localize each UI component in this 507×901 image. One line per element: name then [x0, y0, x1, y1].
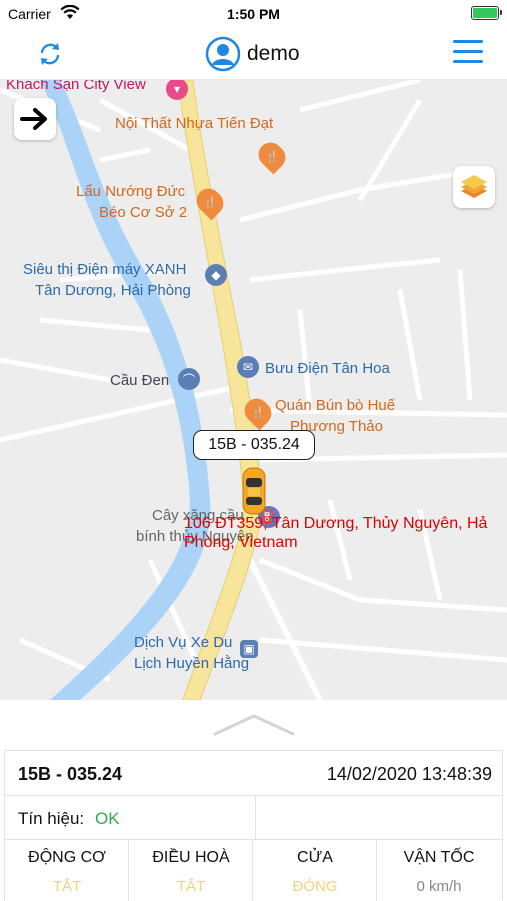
- signal-row: Tín hiệu: OK: [5, 796, 502, 840]
- poi-label: Béo Cơ Sở 2: [99, 204, 188, 221]
- poi-label: Lẩu Nướng Đức: [76, 183, 186, 200]
- vehicle-plate-label[interactable]: 15B - 035.24: [193, 430, 315, 460]
- direction-button[interactable]: [14, 98, 56, 140]
- speed-value: 0 km/h: [416, 878, 462, 895]
- status-bar: Carrier 1:50 PM: [0, 0, 507, 28]
- poi-label: Khách Sạn City View: [6, 80, 146, 93]
- poi-label: Tân Dương, Hải Phòng: [35, 282, 191, 299]
- poi-label: Quán Bún bò Huế: [275, 397, 396, 414]
- engine-label: ĐỘNG CƠ: [28, 849, 106, 866]
- clock: 1:50 PM: [227, 6, 280, 22]
- door-value: ĐÓNG: [292, 878, 338, 895]
- signal-value: OK: [95, 809, 120, 828]
- vehicle-plate: 15B - 035.24: [18, 764, 123, 784]
- chevron-up-icon[interactable]: [213, 712, 295, 738]
- speed-label: VẬN TỐC: [403, 849, 475, 866]
- menu-icon-line: [453, 50, 483, 53]
- divider: [255, 796, 256, 840]
- bridge-pin-icon[interactable]: ⌒: [178, 368, 200, 390]
- layers-icon: [461, 175, 487, 198]
- door-label: CỬA: [297, 849, 333, 866]
- engine-status-cell: ĐỘNG CƠ TẮT: [5, 840, 129, 901]
- door-status-cell: CỬA ĐÓNG: [253, 840, 377, 901]
- vehicle-header-row: 15B - 035.24 14/02/2020 13:48:39: [5, 751, 502, 796]
- ac-value: TẮT: [176, 878, 206, 895]
- car-marker-icon[interactable]: [240, 466, 268, 516]
- refresh-icon[interactable]: [36, 40, 64, 68]
- battery-icon: [471, 6, 502, 20]
- menu-icon-line: [453, 60, 483, 63]
- signal-label: Tín hiệu:: [18, 809, 85, 828]
- map-layers-button[interactable]: [453, 166, 495, 208]
- poi-label: Bưu Điện Tân Hoa: [265, 360, 390, 377]
- shop-pin-icon[interactable]: ◆: [205, 264, 227, 286]
- post-office-pin-icon[interactable]: ✉: [237, 356, 259, 378]
- engine-value: TẮT: [52, 878, 82, 895]
- speed-status-cell: VẬN TỐC 0 km/h: [377, 840, 501, 901]
- map-view[interactable]: Khách Sạn City View ▾ Nội Thất Nhựa Tiến…: [0, 80, 507, 700]
- poi-label: Dịch Vụ Xe Du: [134, 634, 233, 651]
- nav-bar: demo: [0, 28, 507, 80]
- menu-button[interactable]: [453, 40, 483, 66]
- vehicle-info-panel: 15B - 035.24 14/02/2020 13:48:39 Tín hiệ…: [0, 700, 507, 901]
- address-line-1: 106 ĐT359, Tân Dương, Thủy Nguyên, Hả: [184, 515, 488, 532]
- bus-pin-icon[interactable]: ▣: [240, 640, 258, 658]
- poi-label: Siêu thị Điện máy XANH: [23, 261, 187, 278]
- ac-status-cell: ĐIỀU HOÀ TẮT: [129, 840, 253, 901]
- map-base: [0, 80, 507, 700]
- address-line-2: Phòng, Vietnam: [184, 534, 298, 551]
- arrow-right-icon: [20, 108, 47, 130]
- poi-label: Cầu Đen: [110, 372, 170, 389]
- user-avatar-icon: [205, 36, 241, 72]
- poi-label: Lịch Huyền Hằng: [134, 655, 250, 672]
- poi-label: Nội Thất Nhựa Tiến Đạt: [115, 115, 274, 132]
- user-title[interactable]: demo: [205, 34, 300, 74]
- menu-icon-line: [453, 40, 483, 43]
- vehicle-card: 15B - 035.24 14/02/2020 13:48:39 Tín hiệ…: [4, 750, 503, 901]
- page-title: demo: [247, 42, 300, 65]
- ac-label: ĐIỀU HOÀ: [152, 849, 230, 866]
- vehicle-timestamp: 14/02/2020 13:48:39: [326, 764, 492, 784]
- status-row: ĐỘNG CƠ TẮT ĐIỀU HOÀ TẮT CỬA ĐÓNG VẬN TỐ…: [5, 840, 502, 901]
